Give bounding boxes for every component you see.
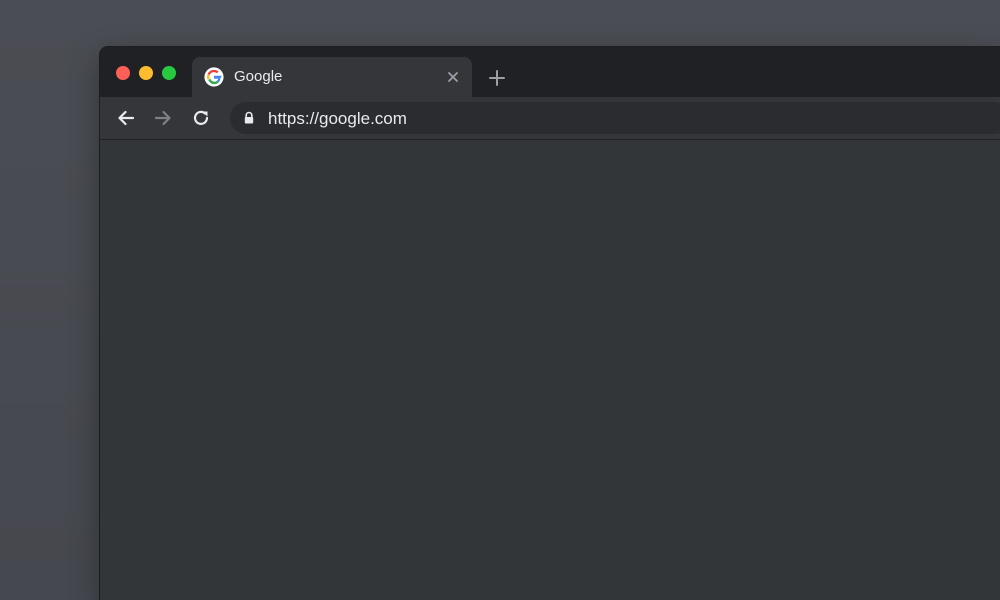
window-minimize-button[interactable] (139, 66, 153, 80)
tab-google[interactable]: Google (192, 57, 472, 97)
lock-icon[interactable] (242, 111, 256, 125)
url-text[interactable]: https://google.com (268, 109, 407, 128)
window-maximize-button[interactable] (162, 66, 176, 80)
google-g-icon (204, 67, 224, 87)
arrow-right-icon[interactable] (152, 107, 174, 129)
desktop-background: Google https://google.com (0, 0, 1000, 600)
tab-title: Google (234, 68, 283, 85)
page-content[interactable] (100, 140, 1000, 600)
reload-icon[interactable] (190, 107, 212, 129)
address-bar[interactable]: https://google.com (230, 102, 1000, 134)
arrow-left-icon[interactable] (115, 107, 137, 129)
close-icon[interactable] (445, 69, 461, 85)
window-controls (116, 66, 176, 80)
tab-strip: Google (100, 47, 1000, 97)
browser-toolbar: https://google.com (100, 97, 1000, 140)
browser-window: Google https://google.com (100, 47, 1000, 600)
plus-icon[interactable] (487, 68, 507, 88)
window-close-button[interactable] (116, 66, 130, 80)
